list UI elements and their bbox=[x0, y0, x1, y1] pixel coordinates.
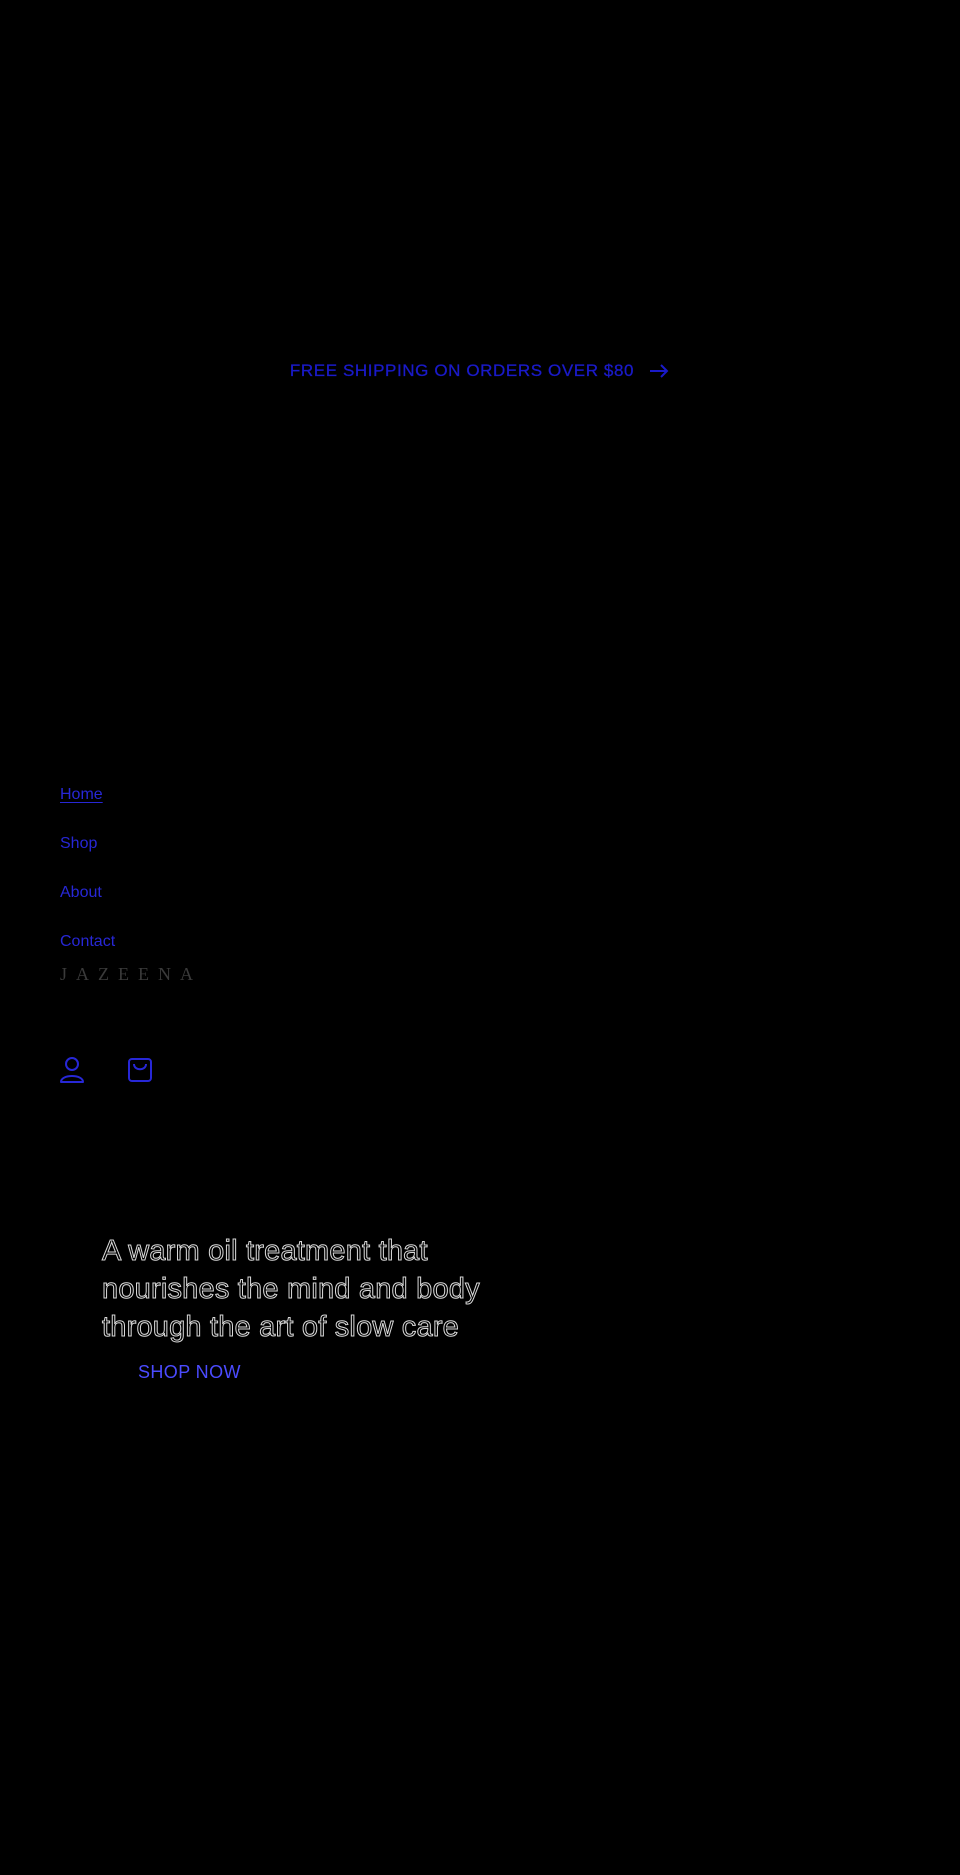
nav-item-home: Home bbox=[60, 770, 115, 819]
announcement-text[interactable]: FREE SHIPPING ON ORDERS OVER $80 bbox=[290, 361, 634, 381]
hero-heading: A warm oil treatment that nourishes the … bbox=[101, 1232, 562, 1346]
hero-heading-line-2: nourishes the mind and body bbox=[102, 1273, 481, 1306]
user-icon bbox=[60, 1057, 84, 1083]
nav-link-about[interactable]: About bbox=[60, 884, 102, 902]
main-navigation: Home Shop About Contact bbox=[60, 770, 115, 966]
shopping-bag-icon bbox=[128, 1058, 152, 1082]
header-icons bbox=[58, 1055, 154, 1085]
nav-item-contact: Contact bbox=[60, 917, 115, 966]
nav-link-contact[interactable]: Contact bbox=[60, 933, 115, 951]
account-button[interactable] bbox=[58, 1055, 86, 1085]
hero-section: A warm oil treatment that nourishes the … bbox=[101, 1232, 562, 1383]
hero-heading-line-1: A warm oil treatment that bbox=[102, 1235, 429, 1268]
nav-link-shop[interactable]: Shop bbox=[60, 835, 97, 853]
hero-heading-line-3: through the art of slow care bbox=[101, 1311, 460, 1344]
nav-item-shop: Shop bbox=[60, 819, 115, 868]
brand-logo[interactable]: JAZEENA bbox=[60, 964, 202, 985]
arrow-right-icon bbox=[648, 363, 670, 379]
announcement-bar[interactable]: FREE SHIPPING ON ORDERS OVER $80 bbox=[0, 355, 960, 387]
nav-item-about: About bbox=[60, 868, 115, 917]
nav-link-home[interactable]: Home bbox=[60, 786, 103, 804]
shop-now-button[interactable]: SHOP NOW bbox=[138, 1362, 241, 1383]
cart-button[interactable] bbox=[126, 1055, 154, 1085]
